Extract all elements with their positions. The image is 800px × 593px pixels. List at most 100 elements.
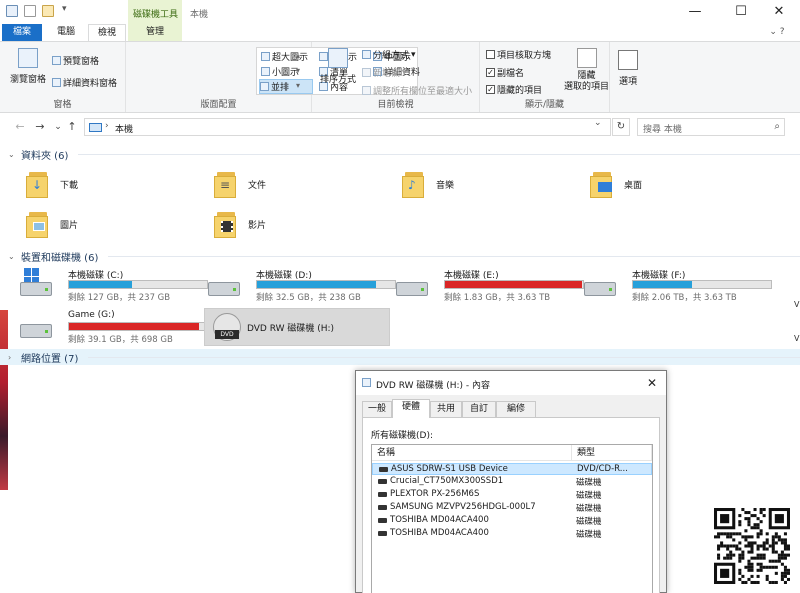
size-columns-icon: [362, 86, 371, 95]
devices-section-header[interactable]: ⌄ 裝置和磁碟機 (6): [8, 248, 800, 264]
dialog-title-bar[interactable]: DVD RW 磁碟機 (H:) - 內容 ✕: [356, 371, 666, 395]
desktop-folder-icon: [590, 170, 616, 198]
collapse-chevron-icon[interactable]: ⌄: [8, 150, 17, 159]
search-input[interactable]: 搜尋 本機 ⌕: [637, 118, 785, 136]
explorer-app-icon[interactable]: [6, 5, 18, 17]
tab-view[interactable]: 檢視: [88, 24, 126, 41]
column-header-name[interactable]: 名稱: [372, 445, 572, 461]
chevron-down-icon: ▾: [411, 49, 416, 60]
current-view-group-label: 目前檢視: [377, 100, 414, 110]
layout-small-icons[interactable]: 小圖示: [261, 65, 299, 78]
preview-pane-button[interactable]: 預覽窗格: [52, 54, 99, 67]
drive-usage-fill: [69, 323, 199, 330]
drive-c[interactable]: 本機磁碟 (C:) 剩餘 127 GB，共 237 GB: [14, 266, 208, 306]
group-by-button[interactable]: 分組方式 ▾: [362, 48, 416, 61]
back-button[interactable]: ←: [12, 119, 28, 135]
options-group: 選項: [610, 42, 646, 112]
search-icon[interactable]: ⌕: [774, 121, 780, 132]
maximize-button[interactable]: ☐: [720, 0, 762, 24]
breadcrumb-this-pc[interactable]: 本機: [115, 122, 133, 135]
folder-desktop[interactable]: 桌面: [590, 170, 642, 198]
address-history-dropdown[interactable]: ⌄: [594, 118, 602, 128]
hidden-items-checkbox[interactable]: ✓: [486, 85, 495, 94]
minimize-button[interactable]: —: [674, 0, 716, 24]
hardware-panel: 所有磁碟機(D): 名稱 類型 ASUS SDRW-S1 USB Device …: [362, 417, 660, 593]
list-item[interactable]: PLEXTOR PX-256M6S 磁碟機: [372, 489, 652, 501]
address-box[interactable]: › 本機: [84, 118, 611, 136]
qr-code-icon: [714, 508, 790, 584]
list-item[interactable]: Crucial_CT750MX300SSD1 磁碟機: [372, 476, 652, 488]
dialog-close-button[interactable]: ✕: [644, 375, 660, 391]
add-columns-button[interactable]: 新增欄 ▾: [362, 66, 407, 79]
options-button[interactable]: 選項: [618, 50, 638, 87]
sort-by-button[interactable]: 排序方式: [320, 48, 356, 85]
pictures-folder-icon: [26, 210, 52, 238]
close-button[interactable]: ✕: [758, 0, 800, 24]
layout-gallery-scroll[interactable]: ▴ ▾ ▾: [296, 48, 300, 93]
disk-drives-list[interactable]: 名稱 類型 ASUS SDRW-S1 USB Device DVD/CD-R..…: [371, 444, 653, 593]
window-title: 本機: [190, 10, 209, 20]
customize-quick-access-icon[interactable]: ▾: [62, 4, 67, 14]
folder-videos[interactable]: 影片: [214, 210, 266, 238]
tab-general[interactable]: 一般: [362, 401, 392, 418]
navigation-pane-button[interactable]: 瀏覽窗格: [10, 48, 46, 85]
drive-d[interactable]: 本機磁碟 (D:) 剩餘 32.5 GB，共 238 GB: [202, 266, 396, 306]
drive-f[interactable]: 本機磁碟 (F:) 剩餘 2.06 TB，共 3.63 TB: [578, 266, 772, 306]
drive-g[interactable]: Game (G:) 剩餘 39.1 GB，共 698 GB: [14, 308, 208, 348]
layout-tiles[interactable]: 並排: [259, 79, 313, 94]
file-name-extensions-toggle[interactable]: ✓ 副檔名: [486, 66, 524, 79]
address-bar-row: ← → ⌄ ↑ › 本機 ⌄ ↻ 搜尋 本機 ⌕: [0, 116, 800, 138]
hidden-items-toggle[interactable]: ✓ 隱藏的項目: [486, 83, 542, 96]
tab-computer[interactable]: 電腦: [46, 24, 86, 41]
extra-large-icons-icon: [261, 52, 270, 61]
folder-documents[interactable]: ≡ 文件: [214, 170, 266, 198]
tab-hardware[interactable]: 硬體: [392, 399, 430, 418]
drive-e[interactable]: 本機磁碟 (E:) 剩餘 1.83 GB，共 3.63 TB: [390, 266, 584, 306]
file-name-extensions-checkbox[interactable]: ✓: [486, 68, 495, 77]
tab-file[interactable]: 檔案: [2, 24, 42, 41]
list-item[interactable]: TOSHIBA MD04ACA400 磁碟機: [372, 528, 652, 540]
column-header-type[interactable]: 類型: [572, 445, 652, 461]
download-folder-icon: ↓: [26, 170, 52, 198]
hide-selected-items-button[interactable]: 隱藏 選取的項目: [564, 48, 609, 93]
collapse-chevron-icon[interactable]: ⌄: [8, 252, 17, 261]
drive-space-info: 剩餘 39.1 GB，共 698 GB: [68, 335, 173, 345]
drive-space-info: 剩餘 32.5 GB，共 238 GB: [256, 293, 361, 303]
up-button[interactable]: ↑: [64, 119, 80, 135]
dvd-drive-icon: DVD: [213, 313, 241, 341]
disk-device-icon: [378, 491, 387, 497]
forward-button[interactable]: →: [32, 119, 48, 135]
drive-name: DVD RW 磁碟機 (H:): [247, 324, 335, 334]
list-item[interactable]: SAMSUNG MZVPV256HDGL-000L7 磁碟機: [372, 502, 652, 514]
refresh-button[interactable]: ↻: [612, 118, 630, 136]
tab-customize[interactable]: 自訂: [462, 401, 496, 418]
dvd-drive-icon: [362, 378, 371, 387]
details-pane-button[interactable]: 詳細資料窗格: [52, 76, 117, 89]
list-item[interactable]: ASUS SDRW-S1 USB Device DVD/CD-R...: [372, 463, 652, 475]
network-section-header[interactable]: › 網路位置 (7): [8, 349, 800, 365]
drive-usage-bar: [256, 280, 396, 289]
properties-dialog: DVD RW 磁碟機 (H:) - 內容 ✕ 一般 硬體 共用 自訂 編修 所有…: [355, 370, 667, 593]
tab-recording[interactable]: 編修: [496, 401, 536, 418]
folder-pictures[interactable]: 圖片: [26, 210, 78, 238]
all-disk-drives-label: 所有磁碟機(D):: [371, 431, 433, 441]
properties-icon[interactable]: [24, 5, 36, 17]
new-folder-icon[interactable]: [42, 5, 54, 17]
list-item[interactable]: TOSHIBA MD04ACA400 磁碟機: [372, 515, 652, 527]
folder-downloads[interactable]: ↓ 下載: [26, 170, 78, 198]
drive-h-dvd[interactable]: DVD DVD RW 磁碟機 (H:): [204, 308, 390, 346]
options-icon: [618, 50, 638, 70]
folder-music[interactable]: ♪ 音樂: [402, 170, 454, 198]
layout-extra-large-icons[interactable]: 超大圖示: [261, 50, 308, 63]
tab-sharing[interactable]: 共用: [430, 401, 462, 418]
tab-manage[interactable]: 管理: [128, 24, 182, 41]
drive-usage-bar: [444, 280, 584, 289]
folders-section-header[interactable]: ⌄ 資料夾 (6): [8, 146, 800, 162]
item-checkboxes-toggle[interactable]: 項目核取方塊: [486, 48, 551, 61]
size-all-columns-button[interactable]: 調整所有欄位至最適大小: [362, 84, 472, 97]
expand-chevron-icon[interactable]: ›: [8, 353, 17, 362]
item-checkboxes-checkbox[interactable]: [486, 50, 495, 59]
ribbon-help-button[interactable]: ⌄ ?: [766, 26, 788, 39]
breadcrumb-chevron[interactable]: ›: [105, 121, 109, 131]
ribbon: 瀏覽窗格 預覽窗格 詳細資料窗格 窗格 超大圖示 大圖示 中圖示 小圖示 清單 …: [0, 41, 800, 113]
